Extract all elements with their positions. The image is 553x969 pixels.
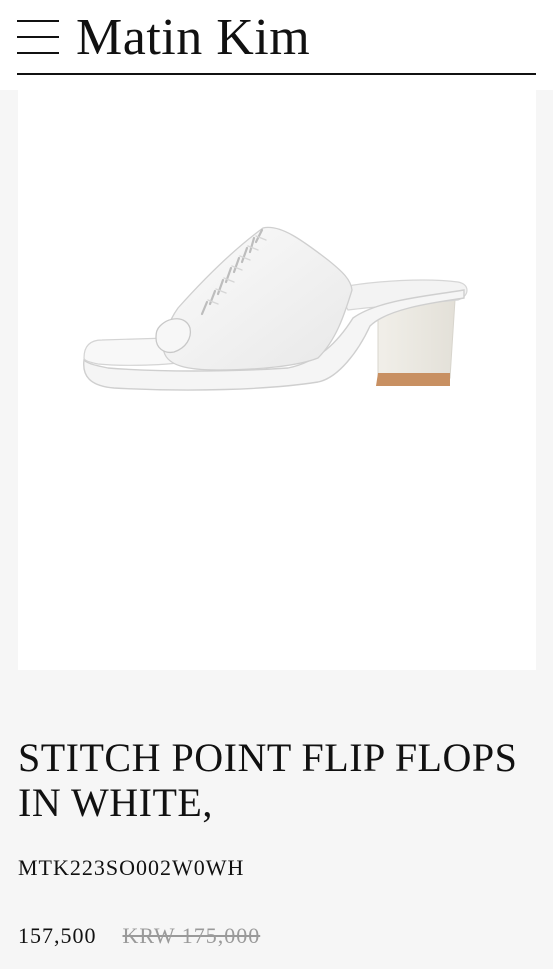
product-sku: MTK223SO002W0WH <box>18 855 245 880</box>
hamburger-menu-icon[interactable] <box>17 18 59 56</box>
product-title: STITCH POINT FLIP FLOPS IN WHITE, <box>18 735 518 825</box>
site-header: Matin Kim <box>0 0 553 90</box>
sale-price: 157,500 <box>18 923 97 948</box>
original-price: KRW 175,000 <box>122 923 261 948</box>
price-row: 157,500 KRW 175,000 <box>18 921 260 953</box>
brand-logo[interactable]: Matin Kim <box>76 4 310 72</box>
product-image[interactable] <box>18 90 536 670</box>
header-divider <box>17 73 536 75</box>
sandal-illustration <box>83 226 468 391</box>
